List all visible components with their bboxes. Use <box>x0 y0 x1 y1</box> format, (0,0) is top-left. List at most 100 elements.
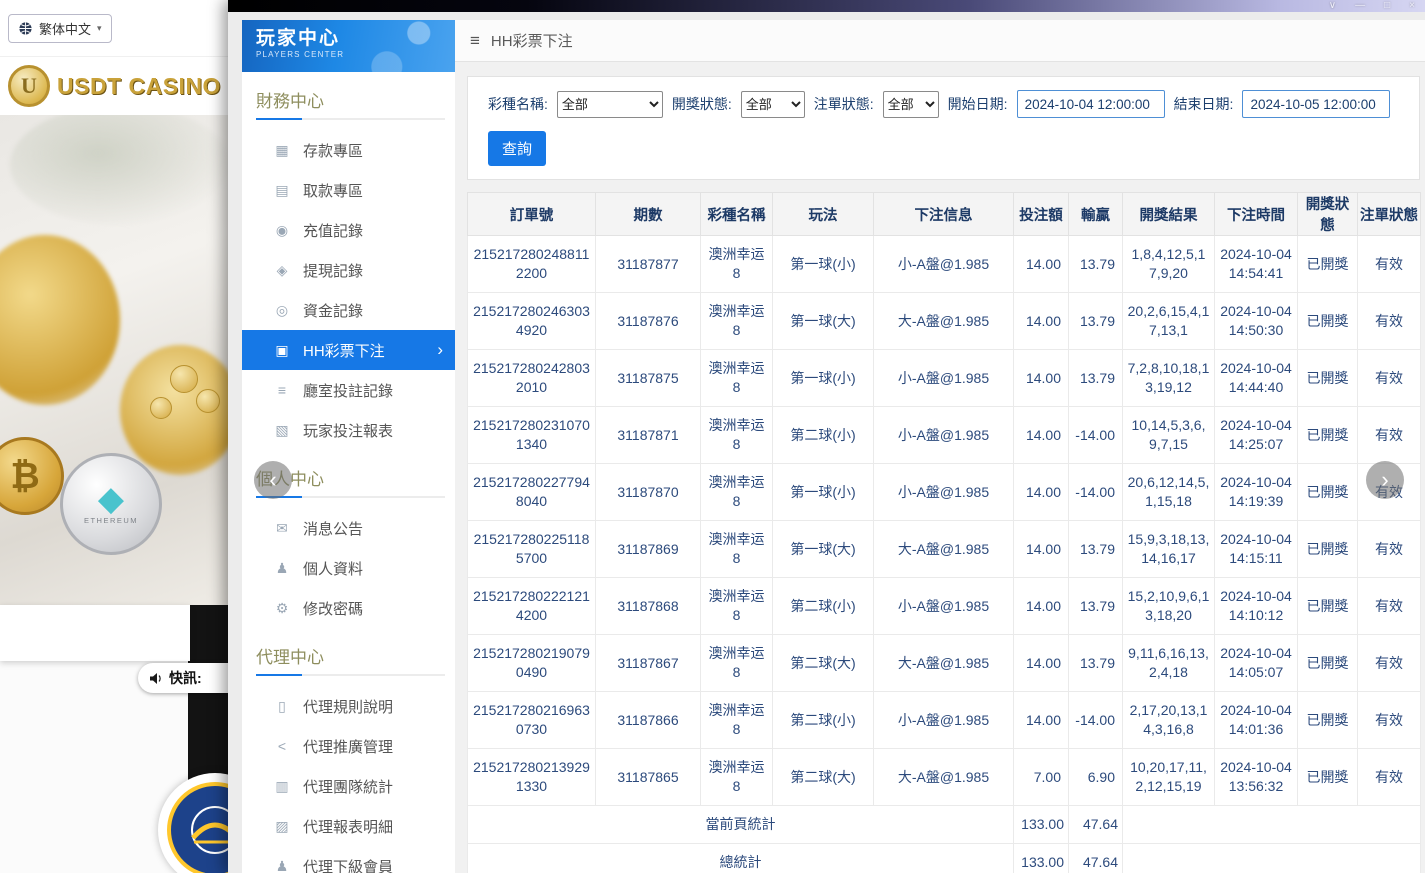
sidebar-item[interactable]: ▨代理報表明細 <box>242 806 455 846</box>
language-selector[interactable]: 繁体中文 ▾ <box>8 14 112 43</box>
table-cell: 31187876 <box>596 293 701 350</box>
table-row: 215217280248811220031187877澳洲幸运8第一球(小)小-… <box>468 236 1421 293</box>
ethereum-diamond-icon: ◆ <box>98 484 124 514</box>
main-content: ≡ HH彩票下注 彩種名稱: 全部 開獎狀態: 全部 注單狀態: 全部 開始日期… <box>455 20 1425 873</box>
sidebar-item-label: 代理規則說明 <box>303 696 393 717</box>
table-cell: 澳洲幸运8 <box>701 236 773 293</box>
chevron-right-icon: › <box>1381 467 1388 493</box>
lottery-bet-icon: ▣ <box>274 342 290 359</box>
sidebar-item[interactable]: ▤取款專區 <box>242 170 455 210</box>
sidebar-item-label: 代理下級會員 <box>303 856 393 873</box>
money-stack-decor <box>10 115 228 225</box>
scroll-left-button[interactable]: ‹ <box>254 461 292 499</box>
table-cell: 第二球(大) <box>773 749 874 806</box>
sidebar-item[interactable]: ✉消息公告 <box>242 508 455 548</box>
table-cell: 13.79 <box>1069 635 1123 692</box>
filter-row: 彩種名稱: 全部 開獎狀態: 全部 注單狀態: 全部 開始日期: 結束日期: <box>488 90 1419 118</box>
table-cell: 2152172802251185700 <box>468 521 596 578</box>
column-header: 注單狀態 <box>1358 193 1421 236</box>
ethereum-coin: ◆ ETHEREUM <box>60 453 162 555</box>
start-date-input[interactable] <box>1017 90 1165 118</box>
coin-decor <box>170 365 198 393</box>
sidebar-item-label: 玩家投注報表 <box>303 420 393 441</box>
table-cell: 澳洲幸运8 <box>701 407 773 464</box>
table-cell: 2152172802139291330 <box>468 749 596 806</box>
table-cell: 大-A盤@1.985 <box>874 749 1014 806</box>
person-icon: ♟ <box>274 560 290 577</box>
table-cell: 第二球(大) <box>773 635 874 692</box>
summary-label: 當前頁統計 <box>468 806 1014 844</box>
news-ticker[interactable]: 快訊: <box>138 663 228 693</box>
table-cell: 14.00 <box>1014 521 1069 578</box>
column-header: 訂單號 <box>468 193 596 236</box>
team-stats-icon: ▥ <box>274 778 290 795</box>
table-cell: 小-A盤@1.985 <box>874 236 1014 293</box>
sidebar-item[interactable]: ≡廳室投註記錄 <box>242 370 455 410</box>
sidebar-item-label: HH彩票下注 <box>303 340 385 361</box>
table-cell: 15,2,10,9,6,13,18,20 <box>1123 578 1215 635</box>
members-icon: ♟ <box>274 858 290 873</box>
lottery-name-select[interactable]: 全部 <box>557 91 663 118</box>
minimize-icon[interactable]: — <box>1355 1 1365 11</box>
sidebar-item[interactable]: ♟ 個人資料 <box>242 548 455 588</box>
table-cell: 2024-10-04 14:15:11 <box>1215 521 1298 578</box>
footer-card-decor <box>0 605 190 661</box>
maximize-icon[interactable]: □ <box>1384 1 1390 11</box>
sidebar-item[interactable]: ▣HH彩票下注› <box>242 330 455 370</box>
brand-logo[interactable]: U USDT CASINO <box>0 57 228 115</box>
table-cell: 15,9,3,18,13,14,16,17 <box>1123 521 1215 578</box>
sidebar-item[interactable]: ▯代理規則說明 <box>242 686 455 726</box>
sidebar-item-label: 個人資料 <box>303 558 363 579</box>
table-cell: 澳洲幸运8 <box>701 578 773 635</box>
sidebar-item[interactable]: ◉充值記錄 <box>242 210 455 250</box>
chevron-down-icon[interactable]: ∨ <box>1329 1 1336 11</box>
table-row: 215217280225118570031187869澳洲幸运8第一球(大)大-… <box>468 521 1421 578</box>
sidebar-item[interactable]: <代理推廣管理 <box>242 726 455 766</box>
sidebar-item-label: 代理團隊統計 <box>303 776 393 797</box>
sidebar-item-label: 代理報表明細 <box>303 816 393 837</box>
sidebar-item[interactable]: ▥ 代理團隊統計 <box>242 766 455 806</box>
scroll-right-button[interactable]: › <box>1366 461 1404 499</box>
sidebar-item[interactable]: ♟ 代理下級會員 <box>242 846 455 873</box>
sidebar-item-label: 廳室投註記錄 <box>303 380 393 401</box>
sidebar-section-header: 財務中心 <box>242 72 455 118</box>
table-row: 215217280227794804031187870澳洲幸运8第一球(小)小-… <box>468 464 1421 521</box>
close-icon[interactable]: × <box>1409 1 1415 11</box>
host-footer-area: 快訊: <box>0 605 228 873</box>
table-row: 215217280231070134031187871澳洲幸运8第二球(小)小-… <box>468 407 1421 464</box>
section-divider <box>256 118 445 120</box>
table-cell: -14.00 <box>1069 464 1123 521</box>
table-cell: 2024-10-04 14:19:39 <box>1215 464 1298 521</box>
sidebar-item[interactable]: ◈提現記錄 <box>242 250 455 290</box>
gold-bag-decor <box>0 235 120 405</box>
table-cell: 7,2,8,10,18,13,19,12 <box>1123 350 1215 407</box>
table-cell: 澳洲幸运8 <box>701 293 773 350</box>
column-header: 開獎結果 <box>1123 193 1215 236</box>
draw-status-select[interactable]: 全部 <box>741 91 805 118</box>
sidebar-item[interactable]: ▧玩家投注報表 <box>242 410 455 450</box>
search-button[interactable]: 查詢 <box>488 131 546 166</box>
table-cell: 澳洲幸运8 <box>701 464 773 521</box>
globe-icon <box>18 21 33 36</box>
table-cell: 2024-10-04 14:01:36 <box>1215 692 1298 749</box>
sidebar-item[interactable]: ◎資金記錄 <box>242 290 455 330</box>
withdraw-icon: ▤ <box>274 182 290 199</box>
end-date-input[interactable] <box>1242 90 1390 118</box>
summary-winloss-total: 47.64 <box>1069 806 1123 844</box>
table-cell: 有效 <box>1358 635 1421 692</box>
menu-toggle-icon[interactable]: ≡ <box>470 31 480 51</box>
sidebar-section-header: 代理中心 <box>242 628 455 674</box>
summary-bet-total: 133.00 <box>1014 844 1069 873</box>
table-cell: 小-A盤@1.985 <box>874 578 1014 635</box>
table-cell: 有效 <box>1358 749 1421 806</box>
order-status-select[interactable]: 全部 <box>883 91 939 118</box>
withdraw-record-icon: ◈ <box>274 262 290 279</box>
table-cell: 31187875 <box>596 350 701 407</box>
sidebar-item[interactable]: ▦存款專區 <box>242 130 455 170</box>
summary-empty-cell <box>1123 844 1421 873</box>
order-status-label: 注單狀態: <box>814 94 874 114</box>
sidebar-item[interactable]: ⚙修改密碼 <box>242 588 455 628</box>
app-body: 玩家中心 PLAYERS CENTER 財務中心▦存款專區▤取款專區◉充值記錄◈… <box>228 12 1425 873</box>
table-cell: 31187871 <box>596 407 701 464</box>
table-cell: 第二球(小) <box>773 578 874 635</box>
